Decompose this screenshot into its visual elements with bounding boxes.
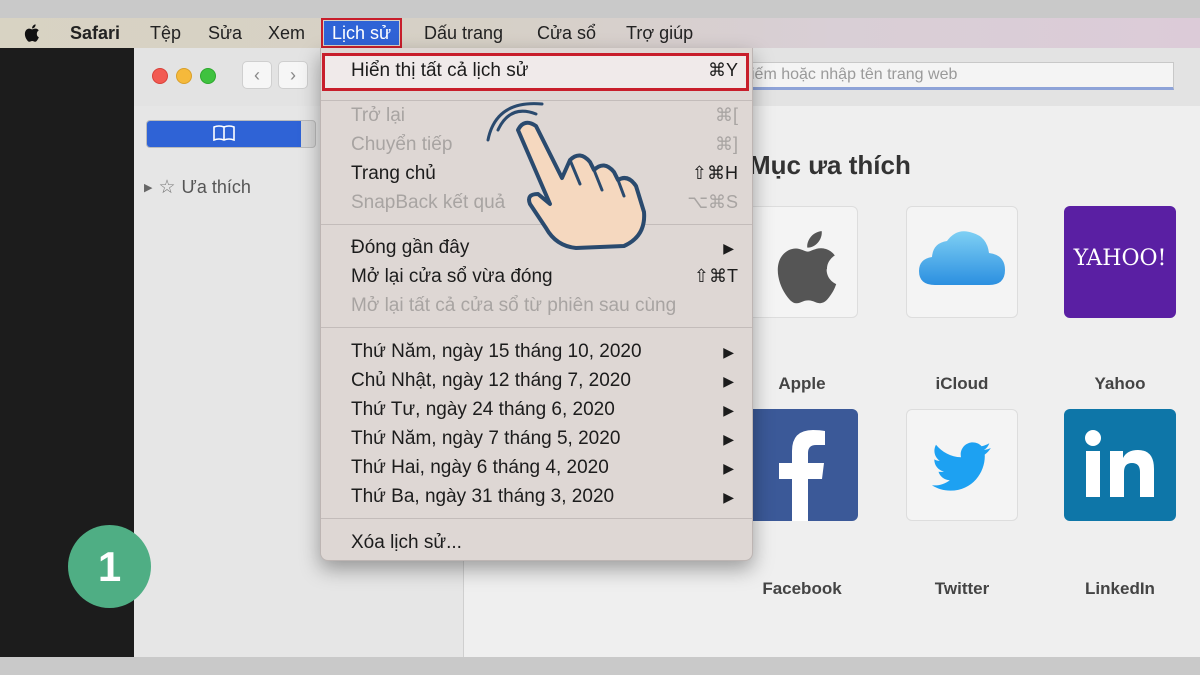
menu-help[interactable]: Trợ giúp — [626, 21, 693, 45]
star-icon: ☆ — [158, 177, 176, 198]
snapback-shortcut: ⌥⌘S — [687, 192, 738, 212]
menu-view[interactable]: Xem — [268, 21, 305, 45]
favorite-tile-linkedin[interactable] — [1064, 409, 1176, 521]
home-shortcut: ⇧⌘H — [691, 163, 738, 183]
favorites-title: Mục ưa thích — [749, 150, 911, 180]
bottom-frame — [0, 657, 1200, 675]
close-window-button[interactable] — [152, 68, 168, 84]
cloud-icon — [919, 231, 1005, 285]
favorite-label-twitter: Twitter — [934, 579, 990, 598]
linkedin-icon — [1085, 430, 1154, 497]
history-date-item[interactable]: Chủ Nhật, ngày 12 tháng 7, 2020 — [351, 370, 631, 392]
address-bar[interactable]: iếm hoặc nhập tên trang web — [744, 62, 1174, 90]
menu-edit[interactable]: Sửa — [208, 21, 242, 45]
show-all-history-item[interactable]: Hiển thị tất cả lịch sử — [351, 60, 528, 82]
forward-button[interactable]: › — [278, 61, 308, 89]
history-date-item[interactable]: Thứ Tư, ngày 24 tháng 6, 2020 — [351, 399, 615, 421]
pointing-hand-icon — [486, 102, 647, 250]
favorite-label-icloud: iCloud — [935, 374, 989, 393]
home-item[interactable]: Trang chủ — [351, 163, 436, 185]
menu-safari[interactable]: Safari — [70, 21, 120, 45]
favorite-tile-twitter[interactable] — [906, 409, 1018, 521]
favorite-tile-yahoo[interactable]: YAHOO! — [1064, 206, 1176, 318]
sidebar-item-label: Ưa thích — [181, 177, 251, 197]
submenu-arrow-icon: ▶ — [723, 489, 734, 505]
history-date-item[interactable]: Thứ Năm, ngày 15 tháng 10, 2020 — [351, 341, 642, 363]
sidebar-item-favorites[interactable]: ▶ ☆ Ưa thích — [144, 176, 251, 199]
menu-separator — [321, 327, 752, 328]
submenu-arrow-icon: ▶ — [723, 373, 734, 389]
top-frame — [0, 0, 1200, 18]
submenu-arrow-icon: ▶ — [723, 431, 734, 447]
menu-bookmarks[interactable]: Dấu trang — [424, 21, 503, 45]
chevron-left-icon: ‹ — [254, 65, 260, 85]
disclosure-triangle-icon[interactable]: ▶ — [144, 182, 152, 194]
history-date-item[interactable]: Thứ Ba, ngày 31 tháng 3, 2020 — [351, 486, 614, 508]
back-item: Trở lại — [351, 105, 405, 126]
favorite-label-apple: Apple — [778, 374, 826, 393]
favorite-tile-apple[interactable] — [746, 206, 858, 318]
clear-history-item[interactable]: Xóa lịch sử... — [351, 532, 462, 554]
yahoo-logo: YAHOO! — [1073, 246, 1167, 271]
favorite-label-linkedin: LinkedIn — [1085, 579, 1155, 598]
menu-separator — [321, 518, 752, 519]
bookmarks-tab[interactable] — [147, 121, 301, 147]
favorite-tile-facebook[interactable] — [746, 409, 858, 521]
submenu-arrow-icon: ▶ — [723, 344, 734, 360]
minimize-window-button[interactable] — [176, 68, 192, 84]
reopen-all-windows-item: Mở lại tất cả cửa sổ từ phiên sau cùng — [351, 295, 677, 316]
reopen-window-shortcut: ⇧⌘T — [693, 266, 738, 286]
book-icon — [213, 125, 235, 142]
favorite-label-yahoo: Yahoo — [1094, 374, 1146, 393]
submenu-arrow-icon: ▶ — [723, 402, 734, 418]
recently-closed-item[interactable]: Đóng gần đây — [351, 237, 469, 259]
apple-icon[interactable] — [22, 21, 44, 45]
back-button[interactable]: ‹ — [242, 61, 272, 89]
menu-window[interactable]: Cửa sổ — [537, 21, 596, 45]
menu-history[interactable]: Lịch sử — [320, 18, 403, 48]
apple-logo-icon — [777, 231, 837, 304]
reopen-window-item[interactable]: Mở lại cửa sổ vừa đóng — [351, 266, 553, 288]
facebook-icon — [779, 430, 825, 521]
history-date-item[interactable]: Thứ Năm, ngày 7 tháng 5, 2020 — [351, 428, 620, 450]
back-shortcut: ⌘[ — [714, 105, 738, 125]
chevron-right-icon: › — [290, 65, 296, 85]
history-date-item[interactable]: Thứ Hai, ngày 6 tháng 4, 2020 — [351, 457, 609, 479]
zoom-window-button[interactable] — [200, 68, 216, 84]
submenu-arrow-icon: ▶ — [723, 240, 734, 256]
menu-file[interactable]: Tệp — [150, 21, 181, 45]
favorite-label-facebook: Facebook — [762, 579, 842, 598]
favorite-tile-icloud[interactable] — [906, 206, 1018, 318]
show-all-history-shortcut: ⌘Y — [707, 60, 738, 80]
snapback-item: SnapBack kết quả — [351, 192, 506, 213]
step-number-badge: 1 — [68, 525, 151, 608]
submenu-arrow-icon: ▶ — [723, 460, 734, 476]
menu-bar: Safari Tệp Sửa Xem Lịch sử Dấu trang Cửa… — [0, 18, 1200, 48]
forward-shortcut: ⌘] — [714, 134, 738, 154]
twitter-bird-icon — [931, 442, 991, 491]
forward-item: Chuyển tiếp — [351, 134, 453, 155]
sidebar-segmented-control — [146, 120, 316, 148]
